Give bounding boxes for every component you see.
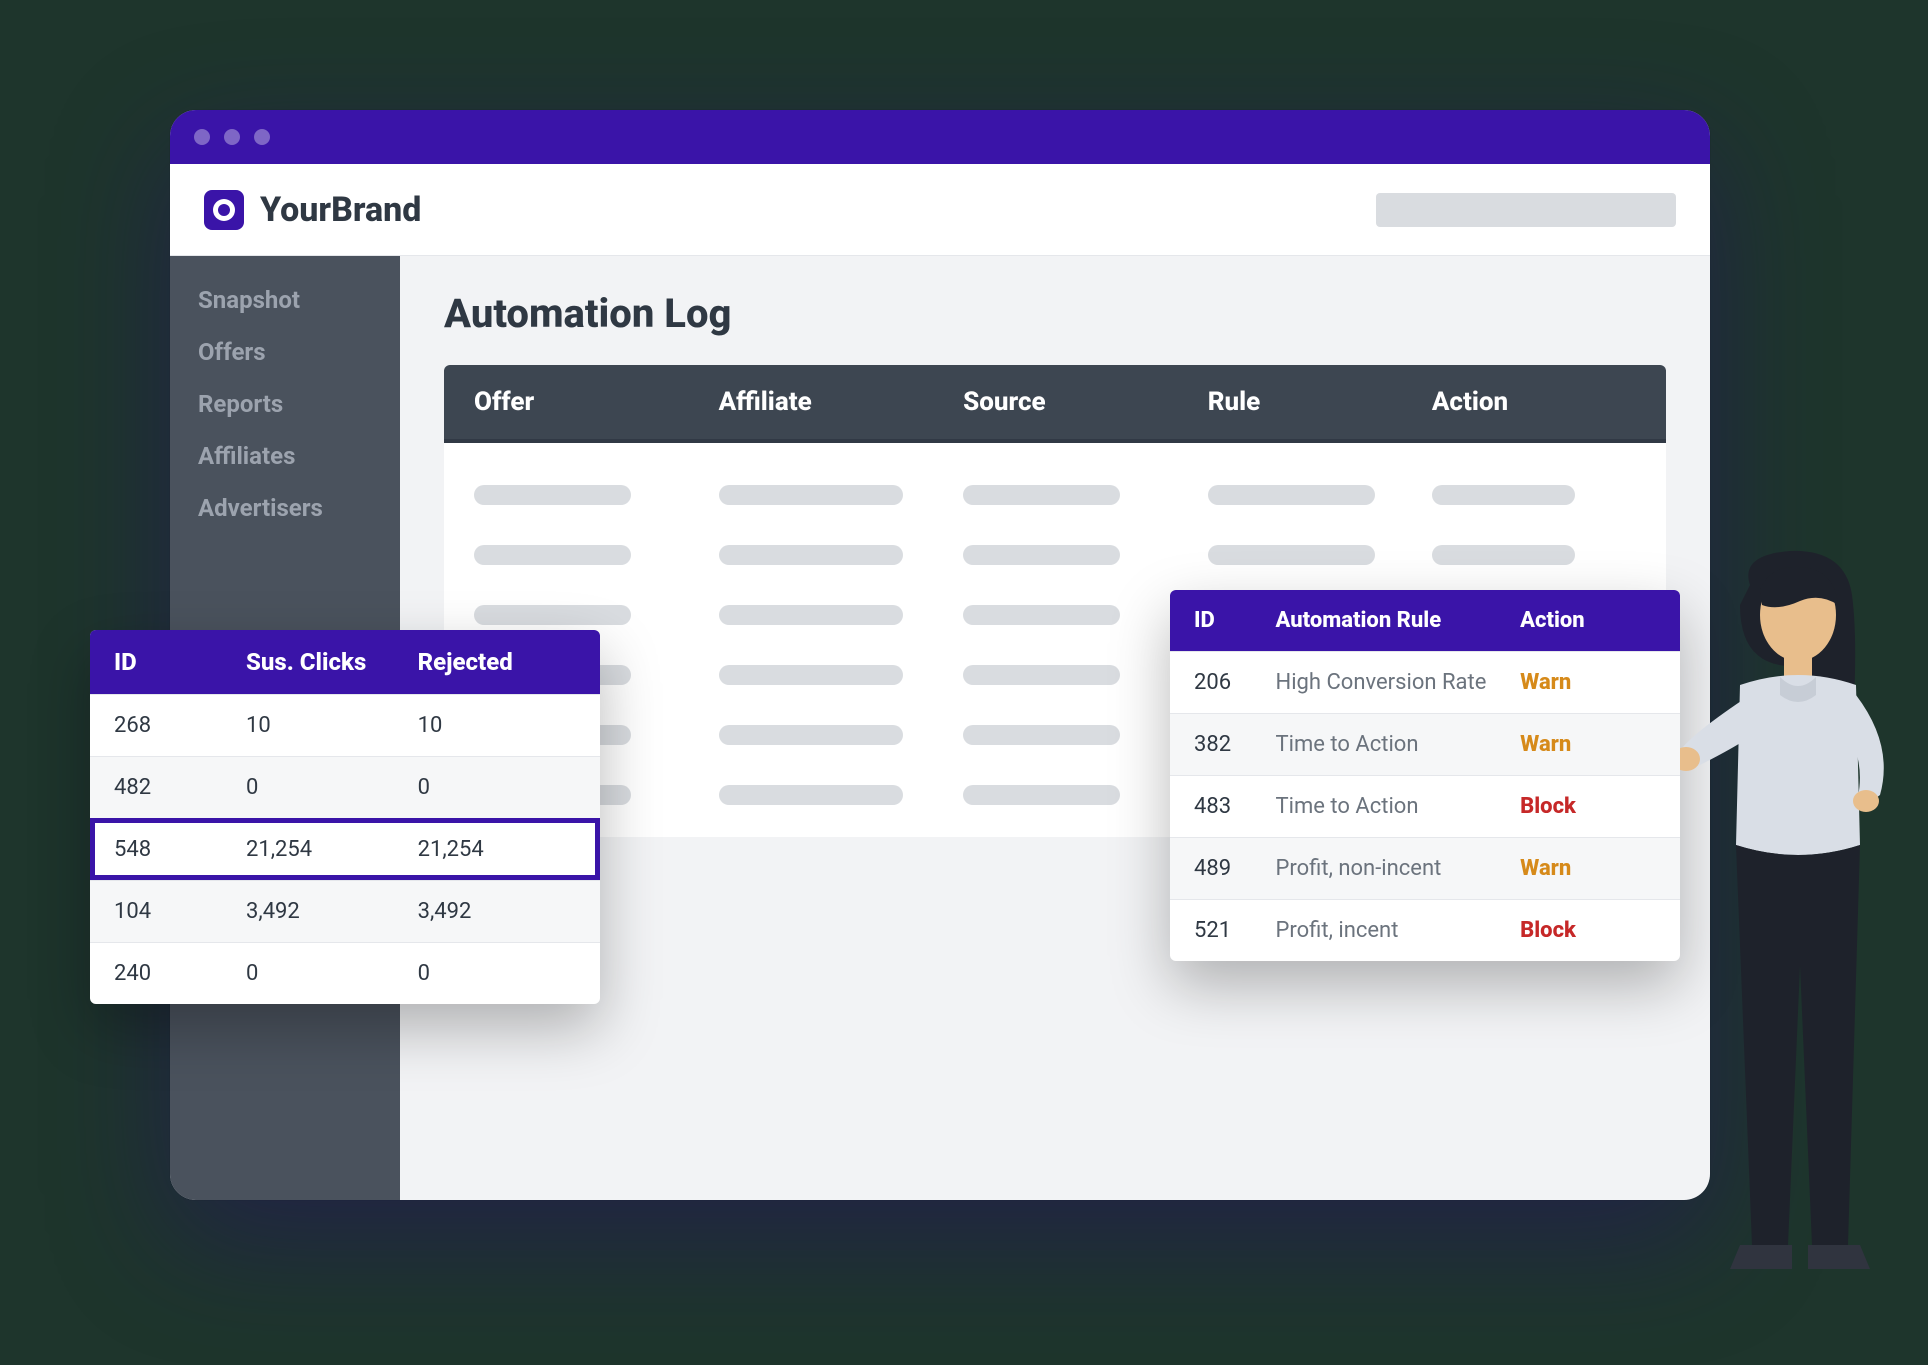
brand-logo-icon [204, 190, 244, 230]
cell-rule: Profit, incent [1276, 918, 1521, 943]
table-row[interactable] [474, 465, 1636, 525]
table-row[interactable]: 206High Conversion RateWarn [1170, 651, 1680, 713]
table-row[interactable]: 24000 [90, 942, 600, 1004]
cell-id: 268 [114, 713, 246, 738]
cell-sus: 0 [246, 775, 418, 800]
table-row[interactable]: 1043,4923,492 [90, 880, 600, 942]
table-row[interactable]: 382Time to ActionWarn [1170, 713, 1680, 775]
sidebar-item-reports[interactable]: Reports [170, 380, 400, 428]
placeholder [963, 485, 1120, 505]
placeholder [719, 545, 903, 565]
cell-id: 548 [114, 837, 246, 862]
col-affiliate: Affiliate [719, 387, 944, 417]
cell-action: Warn [1520, 856, 1656, 881]
cell-id: 206 [1194, 670, 1276, 695]
cell-rule: Time to Action [1276, 794, 1521, 819]
cell-sus: 3,492 [246, 899, 418, 924]
col-action: Action [1432, 387, 1636, 417]
automation-rules-header: ID Automation Rule Action [1170, 590, 1680, 651]
cell-rule: Profit, non-incent [1276, 856, 1521, 881]
table-row[interactable]: 54821,25421,254 [90, 818, 600, 880]
col-rule: Automation Rule [1276, 608, 1521, 633]
placeholder [719, 725, 903, 745]
col-action: Action [1520, 608, 1656, 633]
cell-rejected: 21,254 [418, 837, 576, 862]
cell-action: Block [1520, 794, 1656, 819]
col-source: Source [963, 387, 1188, 417]
placeholder [719, 785, 903, 805]
col-rule: Rule [1208, 387, 1412, 417]
brand[interactable]: YourBrand [204, 190, 421, 230]
window-titlebar [170, 110, 1710, 164]
table-row[interactable]: 521Profit, incentBlock [1170, 899, 1680, 961]
sidebar-item-snapshot[interactable]: Snapshot [170, 276, 400, 324]
placeholder [474, 605, 631, 625]
suspicious-clicks-panel: ID Sus. Clicks Rejected 2681010482005482… [90, 630, 600, 1004]
placeholder [1432, 545, 1575, 565]
col-id: ID [114, 648, 246, 676]
cell-rejected: 3,492 [418, 899, 576, 924]
cell-action: Warn [1520, 732, 1656, 757]
placeholder [474, 545, 631, 565]
automation-rules-panel: ID Automation Rule Action 206High Conver… [1170, 590, 1680, 961]
table-row[interactable] [474, 525, 1636, 585]
cell-rejected: 0 [418, 961, 576, 986]
cell-id: 483 [1194, 794, 1276, 819]
placeholder [1208, 545, 1375, 565]
placeholder [719, 605, 903, 625]
col-offer: Offer [474, 387, 699, 417]
table-row[interactable]: 48200 [90, 756, 600, 818]
cell-id: 240 [114, 961, 246, 986]
cell-rejected: 10 [418, 713, 576, 738]
cell-id: 104 [114, 899, 246, 924]
window-dot-icon[interactable] [224, 129, 240, 145]
table-row[interactable]: 2681010 [90, 694, 600, 756]
header-placeholder [1376, 193, 1676, 227]
sidebar-item-affiliates[interactable]: Affiliates [170, 432, 400, 480]
placeholder [474, 485, 631, 505]
cell-action: Warn [1520, 670, 1656, 695]
placeholder [1208, 485, 1375, 505]
cell-rule: Time to Action [1276, 732, 1521, 757]
cell-sus: 10 [246, 713, 418, 738]
cell-rejected: 0 [418, 775, 576, 800]
cell-id: 382 [1194, 732, 1276, 757]
cell-rule: High Conversion Rate [1276, 670, 1521, 695]
cell-id: 482 [114, 775, 246, 800]
col-rejected: Rejected [418, 648, 576, 676]
cell-sus: 21,254 [246, 837, 418, 862]
window-dot-icon[interactable] [194, 129, 210, 145]
cell-id: 489 [1194, 856, 1276, 881]
sidebar-item-offers[interactable]: Offers [170, 328, 400, 376]
table-row[interactable]: 483Time to ActionBlock [1170, 775, 1680, 837]
suspicious-clicks-header: ID Sus. Clicks Rejected [90, 630, 600, 694]
placeholder [963, 605, 1120, 625]
window-dot-icon[interactable] [254, 129, 270, 145]
cell-id: 521 [1194, 918, 1276, 943]
placeholder [1432, 485, 1575, 505]
brand-name: YourBrand [260, 190, 421, 230]
cell-sus: 0 [246, 961, 418, 986]
placeholder [719, 665, 903, 685]
placeholder [963, 785, 1120, 805]
col-id: ID [1194, 608, 1276, 633]
person-illustration [1680, 545, 1900, 1325]
placeholder [963, 545, 1120, 565]
sidebar-item-advertisers[interactable]: Advertisers [170, 484, 400, 532]
placeholder [719, 485, 903, 505]
app-header: YourBrand [170, 164, 1710, 256]
placeholder [963, 665, 1120, 685]
placeholder [963, 725, 1120, 745]
cell-action: Block [1520, 918, 1656, 943]
automation-log-header: Offer Affiliate Source Rule Action [444, 365, 1666, 443]
page-title: Automation Log [444, 290, 1666, 337]
col-sus: Sus. Clicks [246, 648, 418, 676]
table-row[interactable]: 489Profit, non-incentWarn [1170, 837, 1680, 899]
